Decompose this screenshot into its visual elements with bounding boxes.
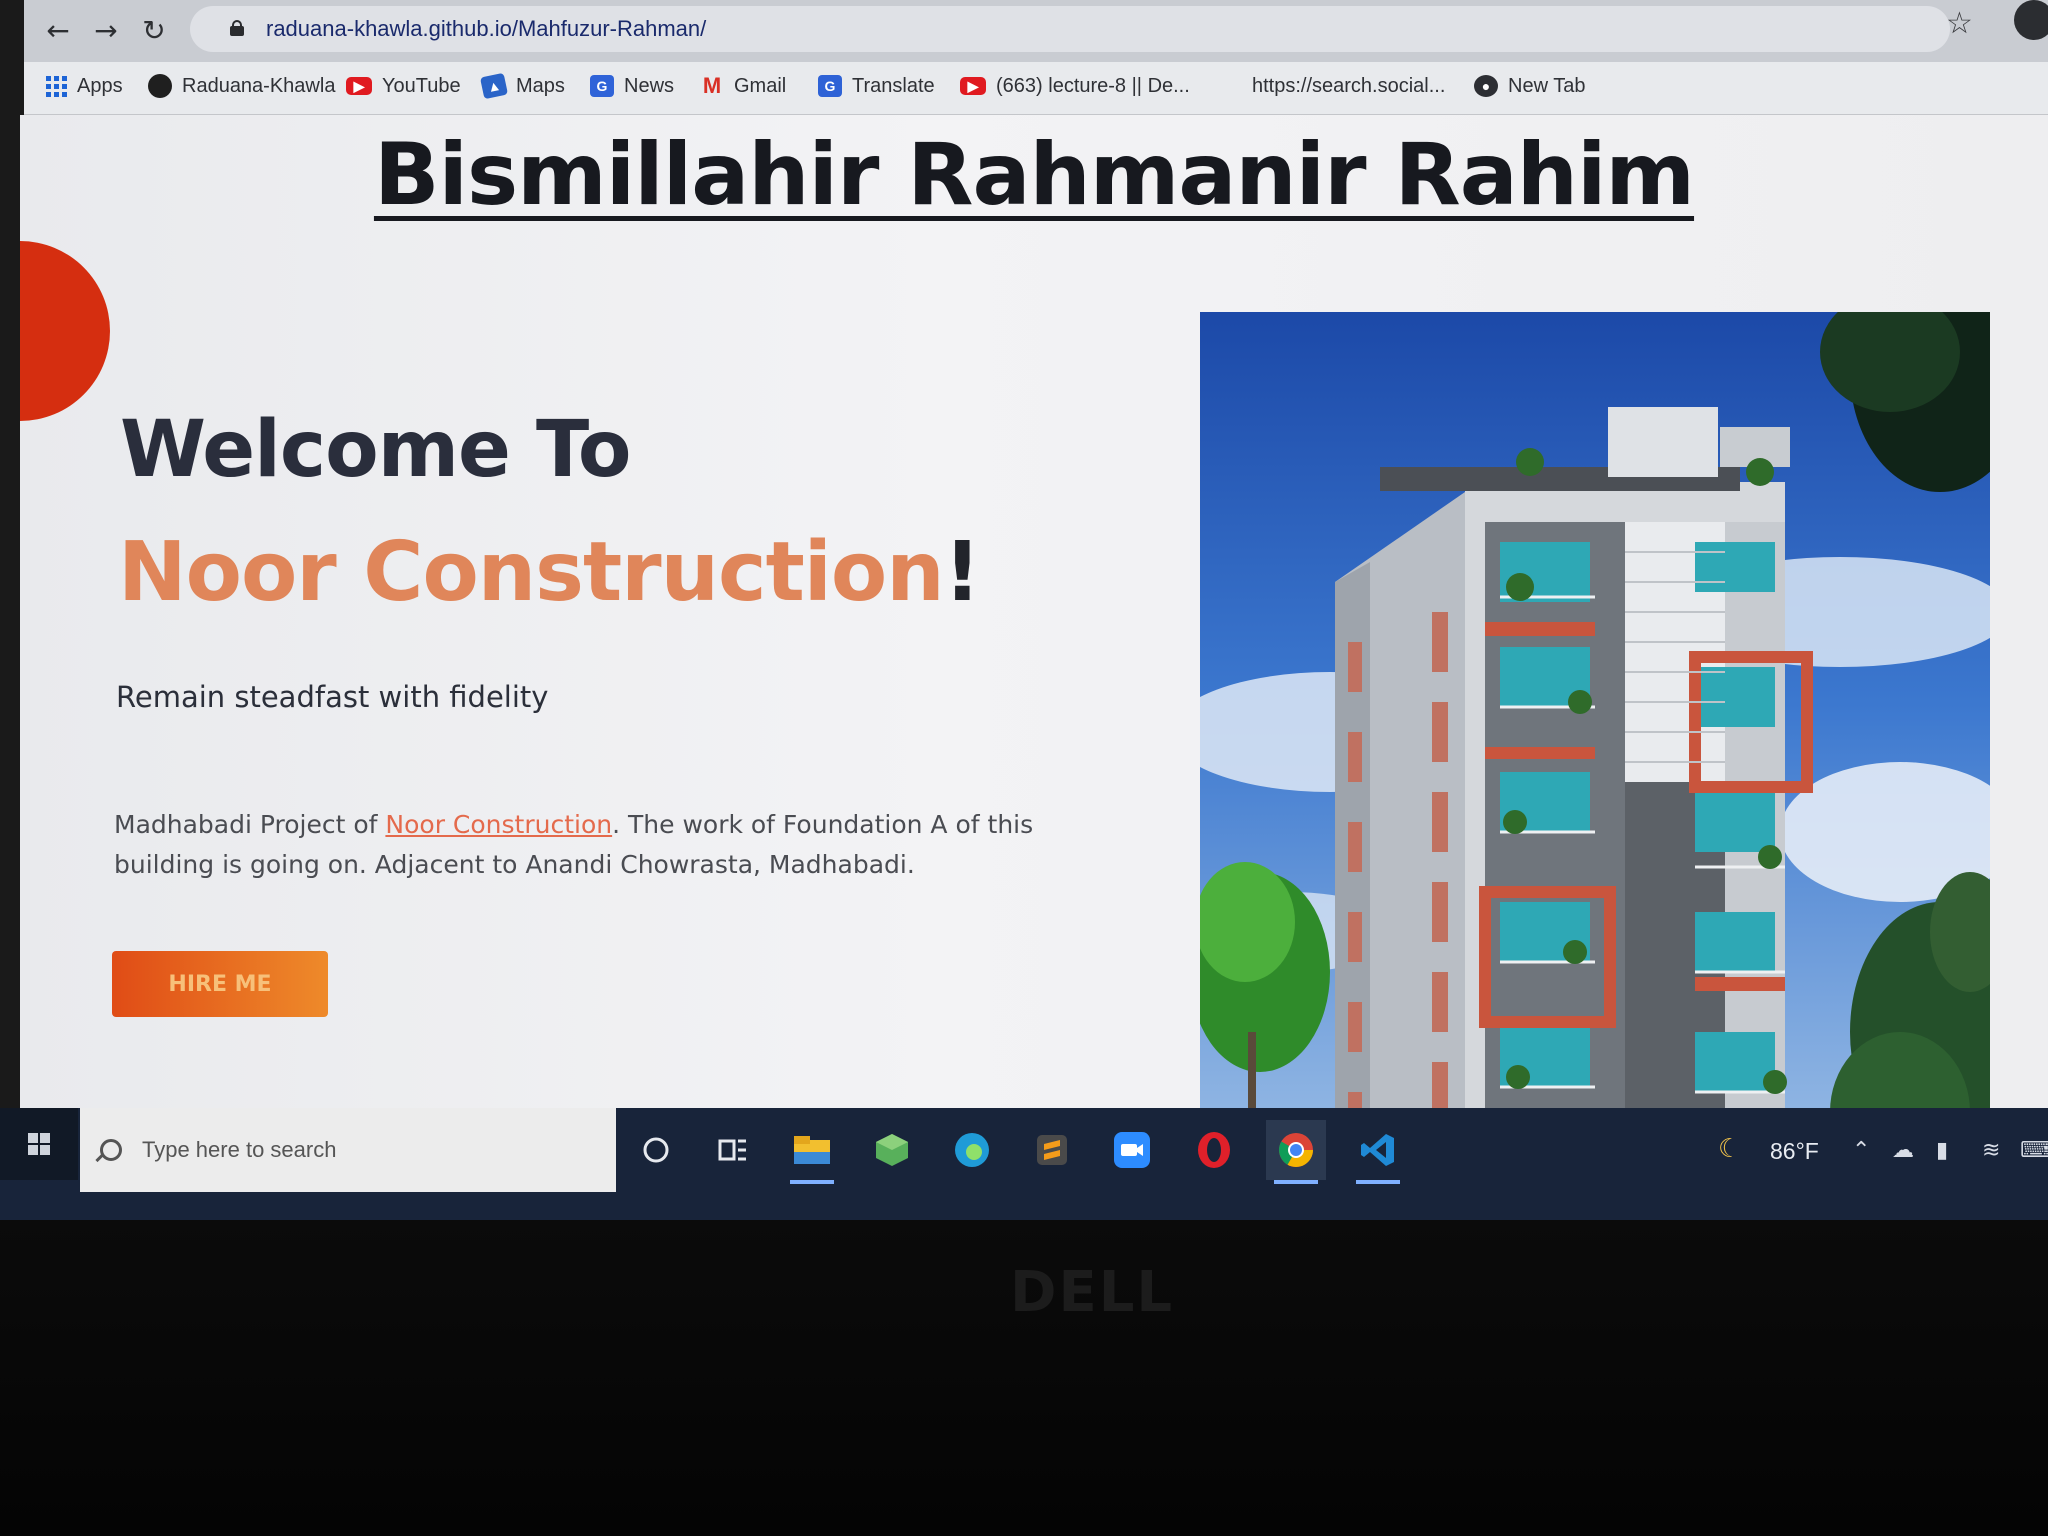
brand-exclamation: ! [943, 525, 981, 620]
decorative-corner-shape [20, 241, 110, 421]
news-icon: G [590, 75, 614, 97]
battery-icon[interactable]: ▮ [1936, 1138, 1948, 1163]
bookmark-gmail[interactable]: M Gmail [700, 66, 786, 106]
chevron-up-icon[interactable]: ⌃ [1852, 1138, 1870, 1163]
back-arrow-icon[interactable]: ← [38, 10, 78, 50]
brand-heading: Noor Construction! [118, 525, 981, 620]
bookmark-label: Translate [852, 74, 935, 97]
brand-link[interactable]: Noor Construction [385, 810, 612, 839]
url-text: raduana-khawla.github.io/Mahfuzur-Rahman… [266, 16, 707, 41]
wifi-icon[interactable]: ≋ [1982, 1138, 2000, 1163]
search-icon [100, 1139, 122, 1161]
welcome-heading: Welcome To [120, 405, 631, 495]
zoom-icon[interactable] [1102, 1120, 1162, 1180]
bookmark-label: Apps [77, 74, 123, 97]
bookmark-new-tab[interactable]: ● New Tab [1474, 66, 1585, 106]
gmail-icon: M [702, 73, 722, 98]
dell-logo: DELL [1010, 1260, 1175, 1325]
globe-icon: ● [1474, 75, 1498, 97]
bookmark-label: Maps [516, 74, 565, 97]
weather-icon[interactable]: ☾ [1718, 1134, 1741, 1164]
bookmarks-bar: Apps Raduana-Khawla ▶ YouTube ▲ Maps G N… [24, 62, 2048, 115]
bookmark-label: Gmail [734, 74, 787, 97]
youtube-icon: ▶ [346, 77, 372, 95]
bookmark-label: YouTube [382, 74, 461, 97]
bookmark-youtube[interactable]: ▶ YouTube [346, 66, 461, 106]
bookmark-label: Raduana-Khawla [182, 74, 336, 97]
bookmark-label: New Tab [1508, 74, 1586, 97]
building-image [1200, 312, 1990, 1115]
forward-arrow-icon[interactable]: → [86, 10, 126, 50]
onedrive-cloud-icon[interactable]: ☁ [1892, 1138, 1914, 1163]
cortana-circle-icon[interactable] [626, 1120, 686, 1180]
edge-icon[interactable] [942, 1120, 1002, 1180]
bookmark-raduana-khawla[interactable]: Raduana-Khawla [148, 66, 335, 106]
windows-logo-icon [28, 1133, 50, 1155]
project-description: Madhabadi Project of Noor Construction. … [114, 810, 1034, 879]
bookmark-maps[interactable]: ▲ Maps [479, 66, 565, 106]
windows-taskbar: Type here to search ☾ 86°F ⌃ ☁ ▮ ≋ ⌨ [0, 1108, 2048, 1220]
bookmark-label: (663) lecture-8 || De... [996, 74, 1190, 97]
opera-icon[interactable] [1184, 1120, 1244, 1180]
maps-icon: ▲ [479, 72, 509, 100]
tagline: Remain steadfast with fidelity [116, 680, 549, 714]
browser-toolbar: ← → ↻ raduana-khawla.github.io/Mahfuzur-… [24, 0, 2048, 62]
reload-icon[interactable]: ↻ [134, 10, 174, 50]
bookmark-translate[interactable]: G Translate [818, 66, 935, 106]
apps-grid-icon [46, 75, 67, 97]
address-bar[interactable]: raduana-khawla.github.io/Mahfuzur-Rahman… [190, 6, 1950, 52]
bookmark-label: News [624, 74, 675, 97]
bookmark-label: https://search.social... [1252, 74, 1446, 97]
taskbar-search[interactable]: Type here to search [80, 1108, 616, 1192]
bookmark-star-icon[interactable]: ☆ [1946, 6, 1973, 41]
bookmark-search-social[interactable]: https://search.social... [1252, 66, 1445, 106]
laptop-screen: ← → ↻ raduana-khawla.github.io/Mahfuzur-… [0, 0, 2048, 1220]
brand-name: Noor Construction [118, 525, 945, 620]
keyboard-icon[interactable]: ⌨ [2020, 1138, 2048, 1163]
lock-icon [230, 20, 244, 36]
start-button[interactable] [0, 1108, 78, 1180]
sublime-icon[interactable] [1022, 1120, 1082, 1180]
file-explorer-icon[interactable] [782, 1120, 842, 1184]
temperature-readout[interactable]: 86°F [1770, 1138, 1819, 1165]
github-icon [148, 74, 172, 98]
search-placeholder: Type here to search [142, 1137, 337, 1162]
translate-icon: G [818, 75, 842, 97]
page-title: Bismillahir Rahmanir Rahim [373, 125, 1695, 225]
hire-me-button[interactable]: HIRE ME [112, 951, 328, 1017]
profile-avatar[interactable] [2014, 0, 2048, 40]
youtube-icon: ▶ [960, 77, 986, 95]
bookmark-lecture[interactable]: ▶ (663) lecture-8 || De... [960, 66, 1190, 106]
bookmark-news[interactable]: G News [590, 66, 674, 106]
web-page: Bismillahir Rahmanir Rahim Welcome To No… [20, 115, 2048, 1115]
task-view-icon[interactable] [702, 1120, 762, 1180]
chrome-icon[interactable] [1266, 1120, 1326, 1184]
app-cube-icon[interactable] [862, 1120, 922, 1180]
vscode-icon[interactable] [1348, 1120, 1408, 1184]
bookmark-apps[interactable]: Apps [46, 66, 123, 106]
